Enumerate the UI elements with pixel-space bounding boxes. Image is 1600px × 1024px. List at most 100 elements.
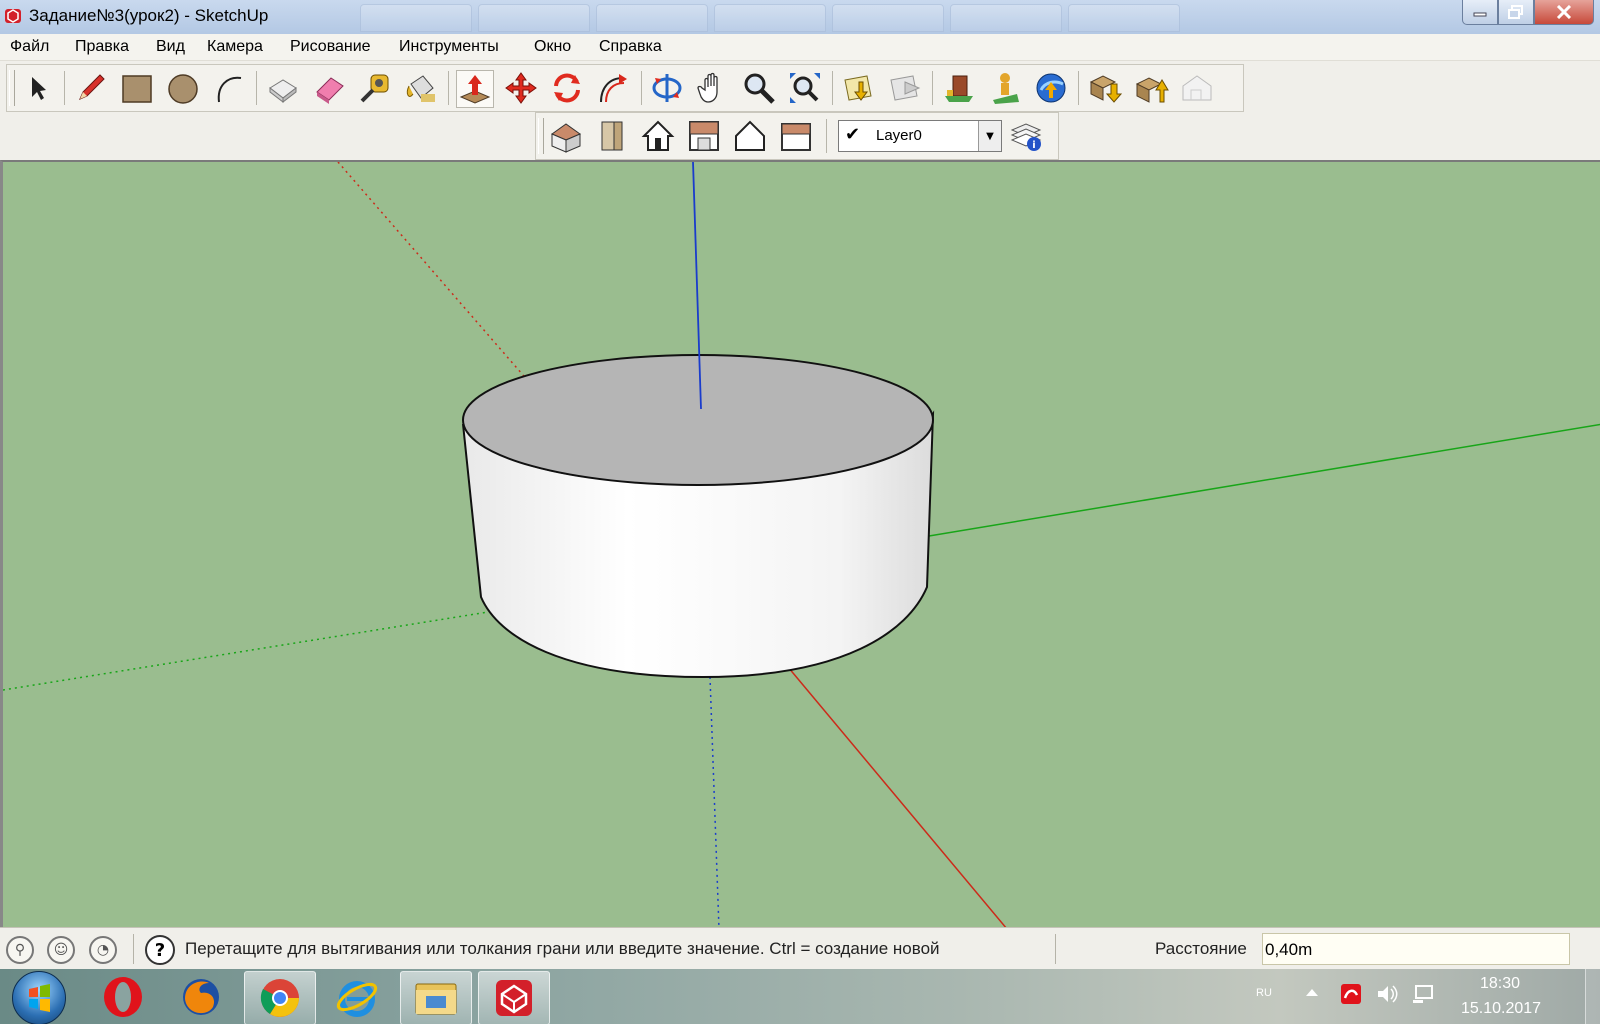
menu-edit[interactable]: Правка	[75, 38, 129, 56]
get-models-icon	[844, 75, 872, 101]
explorer-icon	[415, 983, 457, 1015]
get-models-button[interactable]	[841, 70, 877, 106]
status-bar: ⚲ ☺ ◔ ? Перетащите для вытягивания или т…	[0, 927, 1600, 970]
pan-icon	[697, 72, 718, 103]
close-button[interactable]	[1534, 0, 1594, 25]
cylinder-top-face[interactable]	[462, 354, 934, 486]
arc-tool-button[interactable]	[211, 70, 247, 106]
antivirus-tray-icon[interactable]	[1340, 983, 1362, 1005]
offset-tool-button[interactable]	[595, 70, 631, 106]
geolocation-status-icon[interactable]: ⚲	[6, 936, 34, 964]
taskbar-sketchup[interactable]	[478, 971, 550, 1024]
layer-manager-icon: i	[1010, 123, 1042, 151]
model-viewport[interactable]	[0, 160, 1600, 927]
orbit-tool-button[interactable]	[649, 70, 685, 106]
back-view-button[interactable]	[732, 118, 768, 154]
rotate-icon	[554, 73, 580, 103]
help-icon[interactable]: ?	[145, 935, 175, 965]
sketchup-logo-icon	[5, 9, 21, 23]
zoom-icon	[744, 73, 775, 104]
menu-camera[interactable]: Камера	[207, 38, 263, 56]
taskbar-chrome[interactable]	[244, 971, 316, 1024]
taskbar-explorer[interactable]	[400, 971, 472, 1024]
share-component-button[interactable]	[1133, 70, 1169, 106]
measurement-input[interactable]: 0,40m	[1262, 933, 1570, 965]
menu-help[interactable]: Справка	[599, 38, 662, 56]
credits-status-icon[interactable]: ☺	[47, 936, 75, 964]
tray-expand-icon[interactable]	[1306, 989, 1318, 996]
paint-bucket-icon	[406, 75, 435, 102]
clock-date[interactable]: 15.10.2017	[1461, 1000, 1541, 1018]
minimize-button[interactable]	[1462, 0, 1498, 25]
layer-dropdown[interactable]: ✔ Layer0 ▼	[838, 120, 1002, 152]
menu-bar: Файл Правка Вид Камера Рисование Инструм…	[0, 34, 1600, 61]
top-view-button[interactable]	[686, 118, 722, 154]
rectangle-tool-button[interactable]	[119, 70, 155, 106]
restore-icon	[1508, 5, 1523, 19]
current-layer-check-icon: ✔	[845, 124, 861, 145]
push-pull-button[interactable]	[456, 70, 494, 108]
home-view-button[interactable]	[640, 118, 676, 154]
get-components-button[interactable]	[1087, 70, 1123, 106]
zoom-tool-button[interactable]	[741, 70, 777, 106]
circle-tool-button[interactable]	[165, 70, 201, 106]
firefox-icon	[183, 979, 219, 1015]
paint-bucket-button[interactable]	[403, 70, 439, 106]
start-button[interactable]	[12, 971, 66, 1024]
taskbar-ie[interactable]	[322, 971, 392, 1023]
rectangle-icon	[122, 75, 152, 103]
zoom-extents-button[interactable]	[787, 70, 823, 106]
ie-icon	[336, 981, 378, 1017]
tape-measure-button[interactable]	[357, 70, 393, 106]
google-earth-button[interactable]	[1033, 70, 1069, 106]
eraser-tool-button[interactable]	[311, 70, 347, 106]
preview-icon	[1182, 75, 1212, 101]
move-tool-button[interactable]	[503, 70, 539, 106]
make-component-button[interactable]	[265, 70, 301, 106]
restore-button[interactable]	[1498, 0, 1534, 25]
show-desktop-button[interactable]	[1585, 969, 1600, 1024]
pencil-tool-button[interactable]	[73, 70, 109, 106]
scene-canvas[interactable]	[3, 162, 1600, 927]
menu-draw[interactable]: Рисование	[290, 38, 371, 56]
select-tool-button[interactable]	[19, 70, 55, 106]
taskbar-firefox[interactable]	[166, 971, 236, 1023]
clock-time[interactable]: 18:30	[1480, 975, 1520, 993]
pencil-icon	[79, 74, 105, 100]
preview-button[interactable]	[1179, 70, 1215, 106]
menu-view[interactable]: Вид	[156, 38, 185, 56]
network-icon[interactable]	[1412, 983, 1434, 1005]
eraser-icon	[316, 77, 344, 104]
opera-icon	[104, 977, 142, 1017]
chevron-down-icon[interactable]: ▼	[978, 121, 1001, 151]
arc-icon	[217, 76, 242, 103]
front-view-button[interactable]	[594, 118, 630, 154]
menu-window[interactable]: Окно	[534, 38, 571, 56]
windows-taskbar: RU 18:30 15.10.2017	[0, 969, 1600, 1024]
rotate-tool-button[interactable]	[549, 70, 585, 106]
back-view-icon	[735, 120, 765, 151]
status-hint: Перетащите для вытягивания или толкания …	[185, 939, 940, 958]
side-view-button[interactable]	[778, 118, 814, 154]
volume-icon[interactable]	[1376, 983, 1398, 1005]
pan-tool-button[interactable]	[695, 70, 731, 106]
taskbar-opera[interactable]	[88, 971, 158, 1023]
layer-name: Layer0	[876, 127, 922, 144]
toolbar-area: ✔ Layer0 ▼ i	[0, 61, 1600, 160]
measurement-value: 0,40m	[1265, 940, 1313, 959]
sign-in-status-icon[interactable]: ◔	[89, 936, 117, 964]
green-axis-positive	[922, 423, 1600, 538]
add-location-button[interactable]	[987, 70, 1023, 106]
language-indicator[interactable]: RU	[1256, 987, 1272, 999]
menu-tools[interactable]: Инструменты	[399, 38, 499, 56]
windows-logo-icon	[29, 984, 50, 1012]
layer-manager-button[interactable]: i	[1008, 118, 1044, 154]
share-model-button[interactable]	[887, 70, 923, 106]
red-axis-negative	[337, 162, 530, 383]
share-model-icon	[890, 75, 921, 101]
main-toolbar	[6, 64, 1244, 112]
zoom-extents-icon	[790, 73, 820, 103]
warehouse-button[interactable]	[941, 70, 977, 106]
menu-file[interactable]: Файл	[10, 38, 49, 56]
iso-view-button[interactable]	[548, 118, 584, 154]
